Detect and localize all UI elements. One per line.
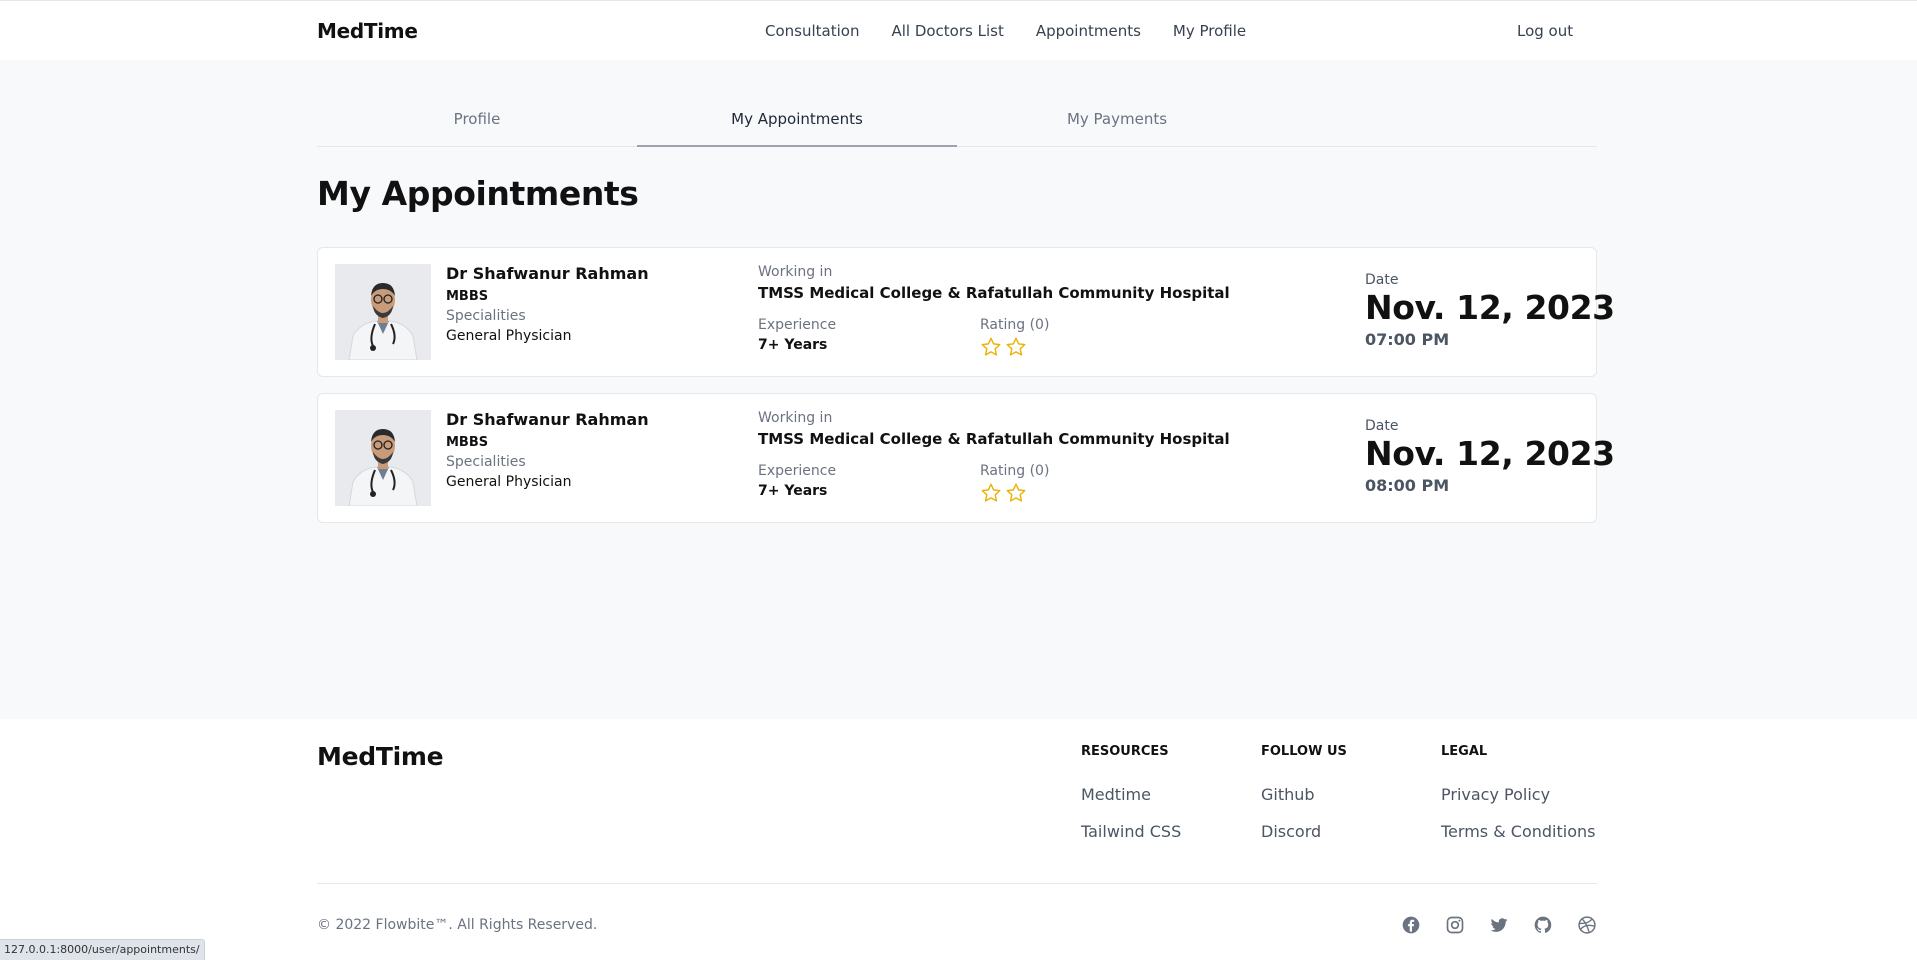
doctor-name: Dr Shafwanur Rahman: [446, 264, 649, 283]
social-links: [1401, 915, 1597, 935]
facebook-icon[interactable]: [1401, 915, 1421, 935]
doctor-speciality: General Physician: [446, 328, 572, 344]
footer-link-privacy[interactable]: Privacy Policy: [1441, 785, 1595, 804]
profile-tabs: Profile My Appointments My Payments: [317, 95, 1597, 147]
rating-label: Rating (0): [980, 317, 1050, 333]
footer-brand[interactable]: MedTime: [317, 742, 444, 771]
footer-column-legal: Legal Privacy Policy Terms & Conditions: [1441, 744, 1595, 859]
doctor-photo: [335, 264, 431, 360]
specialities-label: Specialities: [446, 454, 526, 470]
page-title: My Appointments: [317, 174, 639, 213]
footer-link-terms[interactable]: Terms & Conditions: [1441, 822, 1595, 841]
star-outline-icon: [980, 482, 1002, 508]
doctor-photo: [335, 410, 431, 506]
doctor-degree: MBBS: [446, 289, 489, 304]
footer-link-tailwind[interactable]: Tailwind CSS: [1081, 822, 1181, 841]
nav-link-all-doctors[interactable]: All Doctors List: [891, 22, 1003, 40]
nav-links: Consultation All Doctors List Appointmen…: [765, 22, 1246, 40]
tab-profile[interactable]: Profile: [317, 95, 637, 146]
doctor-degree: MBBS: [446, 435, 489, 450]
appointment-card: Dr Shafwanur Rahman MBBS Specialities Ge…: [317, 393, 1615, 523]
appointment-date: Nov. 12, 2023: [1365, 434, 1615, 473]
doctor-name: Dr Shafwanur Rahman: [446, 410, 649, 429]
doctor-speciality: General Physician: [446, 474, 572, 490]
hospital-name: TMSS Medical College & Rafatullah Commun…: [758, 284, 1230, 302]
logout-button[interactable]: Log out: [1517, 22, 1573, 40]
specialities-label: Specialities: [446, 308, 526, 324]
footer-link-github[interactable]: Github: [1261, 785, 1347, 804]
github-icon[interactable]: [1533, 915, 1553, 935]
star-outline-icon: [1005, 336, 1027, 362]
footer-heading: Legal: [1441, 744, 1488, 759]
browser-status-url: 127.0.0.1:8000/user/appointments/: [0, 939, 205, 960]
star-outline-icon: [1005, 482, 1027, 508]
appointment-date: Nov. 12, 2023: [1365, 288, 1615, 327]
star-outline-icon: [980, 336, 1002, 362]
hospital-name: TMSS Medical College & Rafatullah Commun…: [758, 430, 1230, 448]
experience-label: Experience: [758, 463, 837, 479]
appointment-time: 07:00 PM: [1365, 330, 1450, 349]
instagram-icon[interactable]: [1445, 915, 1465, 935]
rating-stars: [980, 482, 1027, 508]
nav-link-consultation[interactable]: Consultation: [765, 22, 859, 40]
working-in-label: Working in: [758, 410, 833, 426]
date-label: Date: [1365, 418, 1399, 434]
footer-link-discord[interactable]: Discord: [1261, 822, 1347, 841]
experience-label: Experience: [758, 317, 837, 333]
experience-value: 7+ Years: [758, 483, 828, 499]
brand-logo[interactable]: MedTime: [317, 19, 418, 43]
footer-divider: [317, 883, 1597, 884]
nav-link-my-profile[interactable]: My Profile: [1173, 22, 1246, 40]
rating-stars: [980, 336, 1027, 362]
tab-my-payments[interactable]: My Payments: [957, 95, 1277, 146]
footer-link-medtime[interactable]: Medtime: [1081, 785, 1181, 804]
footer: MedTime Resources Medtime Tailwind CSS F…: [0, 719, 1917, 960]
footer-column-follow: Follow us Github Discord: [1261, 744, 1347, 859]
copyright-text: © 2022 Flowbite™. All Rights Reserved.: [317, 917, 598, 933]
date-label: Date: [1365, 272, 1399, 288]
tab-my-appointments[interactable]: My Appointments: [637, 95, 957, 147]
appointment-time: 08:00 PM: [1365, 476, 1450, 495]
nav-link-appointments[interactable]: Appointments: [1036, 22, 1141, 40]
rating-label: Rating (0): [980, 463, 1050, 479]
footer-heading: Resources: [1081, 744, 1169, 759]
experience-value: 7+ Years: [758, 337, 828, 353]
twitter-icon[interactable]: [1489, 915, 1509, 935]
footer-heading: Follow us: [1261, 744, 1347, 759]
top-navbar: MedTime Consultation All Doctors List Ap…: [0, 0, 1917, 60]
footer-column-resources: Resources Medtime Tailwind CSS: [1081, 744, 1181, 859]
working-in-label: Working in: [758, 264, 833, 280]
appointment-card: Dr Shafwanur Rahman MBBS Specialities Ge…: [317, 247, 1615, 377]
dribbble-icon[interactable]: [1577, 915, 1597, 935]
